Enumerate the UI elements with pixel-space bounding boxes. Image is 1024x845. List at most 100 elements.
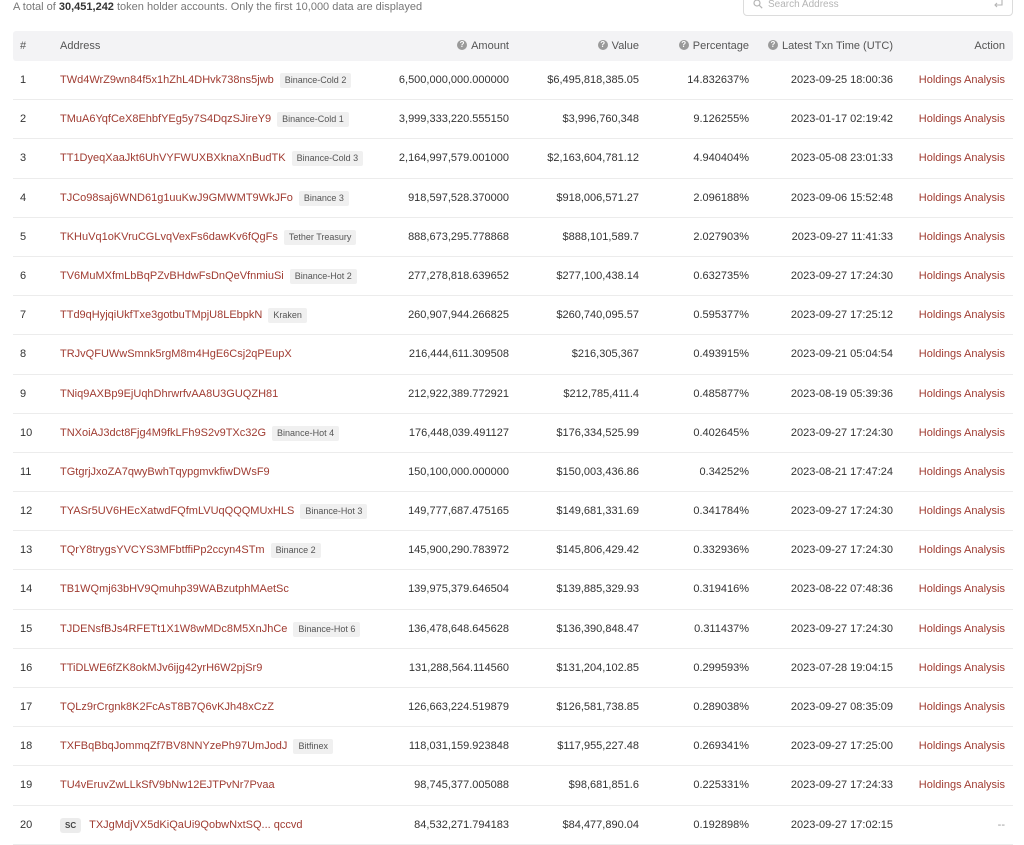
address-cell: TNiq9AXBp9EjUqhDhrwrfvAA8U3GUQZH81 (60, 375, 278, 414)
holdings-analysis-link[interactable]: Holdings Analysis (919, 179, 1005, 218)
holdings-analysis-link[interactable]: Holdings Analysis (919, 766, 1005, 805)
percentage-cell: 2.096188% (693, 191, 749, 204)
percentage-cell: 0.493915% (693, 348, 749, 361)
address-link[interactable]: TTiDLWE6fZK8okMJv6ijg42yrH6W2pjSr9 (60, 649, 262, 688)
holdings-analysis-link[interactable]: Holdings Analysis (919, 570, 1005, 609)
value-cell: $260,740,095.57 (556, 309, 639, 322)
address-cell: TTiDLWE6fZK8okMJv6ijg42yrH6W2pjSr9 (60, 649, 262, 688)
holdings-analysis-link[interactable]: Holdings Analysis (919, 414, 1005, 453)
address-link[interactable]: TQLz9rCrgnk8K2FcAsT8B7Q6vKJh48xCzZ (60, 688, 274, 727)
holdings-analysis-link[interactable]: Holdings Analysis (919, 61, 1005, 100)
holdings-analysis-link[interactable]: Holdings Analysis (919, 257, 1005, 296)
row-index: 9 (20, 387, 27, 400)
address-link[interactable]: TV6MuMXfmLbBqPZvBHdwFsDnQeVfnmiuSi (60, 257, 284, 296)
holdings-analysis-link[interactable]: Holdings Analysis (919, 610, 1005, 649)
row-index: 11 (20, 465, 32, 478)
header-time-label: Latest Txn Time (UTC) (781, 40, 893, 52)
percentage-cell: 2.027903% (693, 230, 749, 243)
value-cell: $84,477,890.04 (562, 818, 639, 831)
amount-cell: 136,478,648.645628 (408, 622, 509, 635)
value-cell: $117,955,227.48 (557, 740, 639, 753)
holdings-analysis-link[interactable]: Holdings Analysis (919, 688, 1005, 727)
percentage-cell: 0.269341% (693, 740, 749, 753)
header-amount: ? Amount (457, 31, 509, 61)
table-row: 9 TNiq9AXBp9EjUqhDhrwrfvAA8U3GUQZH81 212,9… (13, 375, 1013, 414)
table-row: 11 TGtgrjJxoZA7qwyBwhTqypgmvkfiwDWsF9 150,… (13, 453, 1013, 493)
table-row: 18 TXFBqBbqJommqZf7BV8NNYzePh97UmJodJ Bitf… (13, 727, 1013, 767)
value-cell: $2,163,604,781.12 (547, 152, 639, 165)
address-link[interactable]: TJCo98saj6WND61g1uuKwJ9GMWMT9WkJFo (60, 179, 293, 218)
address-cell: TQrY8trygsYVCYS3MFbtffiPp2ccyn4STm Binanc… (60, 531, 321, 570)
help-icon[interactable]: ? (457, 40, 468, 51)
table-row: 2 TMuA6YqfCeX8EhbfYEg5y7S4DqzSJireY9 Binan… (13, 100, 1013, 140)
address-tag: Binance 3 (298, 190, 349, 206)
holdings-analysis-link[interactable]: Holdings Analysis (919, 727, 1005, 766)
enter-icon[interactable] (992, 0, 1004, 10)
percentage-cell: 0.341784% (693, 505, 749, 518)
table-row: 16 TTiDLWE6fZK8okMJv6ijg42yrH6W2pjSr9 131,… (13, 649, 1013, 688)
header-value-label: Value (611, 40, 639, 52)
holdings-analysis-link[interactable]: Holdings Analysis (919, 453, 1005, 492)
address-link[interactable]: TKHuVq1oKVruCGLvqVexFs6dawKv6fQgFs (60, 218, 278, 257)
help-icon[interactable]: ? (767, 40, 778, 51)
address-link[interactable]: TTd9qHyjqiUkfTxe3gotbuTMpjU8LEbpkN (60, 296, 262, 335)
address-link[interactable]: TQrY8trygsYVCYS3MFbtffiPp2ccyn4STm (60, 531, 265, 570)
holdings-analysis-link[interactable]: Holdings Analysis (919, 100, 1005, 139)
latest-txn-time-cell: 2023-09-27 11:41:33 (791, 230, 893, 243)
help-icon[interactable]: ? (597, 40, 608, 51)
address-link[interactable]: TU4vEruvZwLLkSfV9bNw12EJTPvNr7Pvaa (60, 766, 275, 805)
percentage-cell: 0.225331% (693, 779, 749, 792)
address-link[interactable]: TGtgrjJxoZA7qwyBwhTqypgmvkfiwDWsF9 (60, 453, 270, 492)
percentage-cell: 0.34252% (699, 465, 749, 478)
amount-cell: 139,975,379.646504 (408, 583, 509, 596)
address-cell: TMuA6YqfCeX8EhbfYEg5y7S4DqzSJireY9 Binanc… (60, 100, 349, 139)
holdings-analysis-link[interactable]: Holdings Analysis (919, 492, 1005, 531)
latest-txn-time-cell: 2023-09-27 17:24:30 (790, 426, 893, 439)
row-index: 16 (20, 661, 33, 674)
action-placeholder: -- (997, 818, 1005, 831)
value-cell: $176,334,525.99 (556, 426, 639, 439)
address-link[interactable]: TNiq9AXBp9EjUqhDhrwrfvAA8U3GUQZH81 (60, 375, 278, 414)
amount-cell: 150,100,000.000000 (408, 465, 509, 478)
address-tag: Bitfinex (293, 739, 333, 755)
percentage-cell: 0.332936% (693, 544, 749, 557)
address-tag: Binance-Hot 3 (300, 504, 368, 520)
header-index: # (20, 40, 27, 52)
value-cell: $212,785,411.4 (563, 387, 639, 400)
address-cell: TT1DyeqXaaJkt6UhVYFWUXBXknaXnBudTK Binanc… (60, 139, 364, 178)
percentage-cell: 0.299593% (693, 661, 749, 674)
holdings-analysis-link[interactable]: Holdings Analysis (919, 375, 1005, 414)
holdings-analysis-link[interactable]: Holdings Analysis (919, 296, 1005, 335)
amount-cell: 3,999,333,220.555150 (398, 113, 509, 126)
search-input[interactable] (768, 0, 988, 13)
row-index: 15 (20, 622, 33, 635)
address-link[interactable]: TXFBqBbqJommqZf7BV8NNYzePh97UmJodJ (60, 727, 287, 766)
address-link[interactable]: TYASr5UV6HEcXatwdFQfmLVUqQQQMUxHLS (60, 492, 294, 531)
table-row: 3 TT1DyeqXaaJkt6UhVYFWUXBXknaXnBudTK Binan… (13, 139, 1013, 179)
value-cell: $216,305,367 (571, 348, 639, 361)
holdings-analysis-link[interactable]: Holdings Analysis (919, 531, 1005, 570)
holdings-analysis-link[interactable]: Holdings Analysis (919, 649, 1005, 688)
address-link[interactable]: TB1WQmj63bHV9Qmuhp39WABzutphMAetSc (60, 570, 289, 609)
holdings-analysis-link[interactable]: Holdings Analysis (919, 139, 1005, 178)
row-index: 14 (20, 583, 33, 596)
address-link[interactable]: TNXoiAJ3dct8Fjg4M9fkLFh9S2v9TXc32G (60, 414, 266, 453)
address-cell: TKHuVq1oKVruCGLvqVexFs6dawKv6fQgFs Tether… (60, 218, 357, 257)
holdings-analysis-link[interactable]: Holdings Analysis (919, 335, 1005, 374)
value-cell: $150,003,436.86 (556, 465, 639, 478)
search-box[interactable] (743, 0, 1013, 16)
address-tag: Binance 2 (270, 543, 321, 559)
latest-txn-time-cell: 2023-08-22 07:48:36 (790, 583, 893, 596)
address-cell: TJDENsfBJs4RFETt1X1W8wMDc8M5XnJhCe Binanc… (60, 610, 361, 649)
holdings-analysis-link[interactable]: Holdings Analysis (919, 218, 1005, 257)
address-link[interactable]: TXJgMdjVX5dKiQaUi9QobwNxtSQ... qccvd (89, 806, 302, 845)
row-index: 19 (20, 779, 33, 792)
help-icon[interactable]: ? (678, 40, 689, 51)
address-link[interactable]: TJDENsfBJs4RFETt1X1W8wMDc8M5XnJhCe (60, 610, 287, 649)
address-link[interactable]: TMuA6YqfCeX8EhbfYEg5y7S4DqzSJireY9 (60, 100, 271, 139)
amount-cell: 277,278,818.639652 (408, 269, 509, 282)
address-link[interactable]: TRJvQFUWwSmnk5rgM8m4HgE6Csj2qPEupX (60, 335, 292, 374)
table-row: 19 TU4vEruvZwLLkSfV9bNw12EJTPvNr7Pvaa 98,7… (13, 766, 1013, 806)
address-link[interactable]: TWd4WrZ9wn84f5x1hZhL4DHvk738ns5jwb (60, 61, 274, 100)
address-link[interactable]: TT1DyeqXaaJkt6UhVYFWUXBXknaXnBudTK (60, 139, 286, 178)
